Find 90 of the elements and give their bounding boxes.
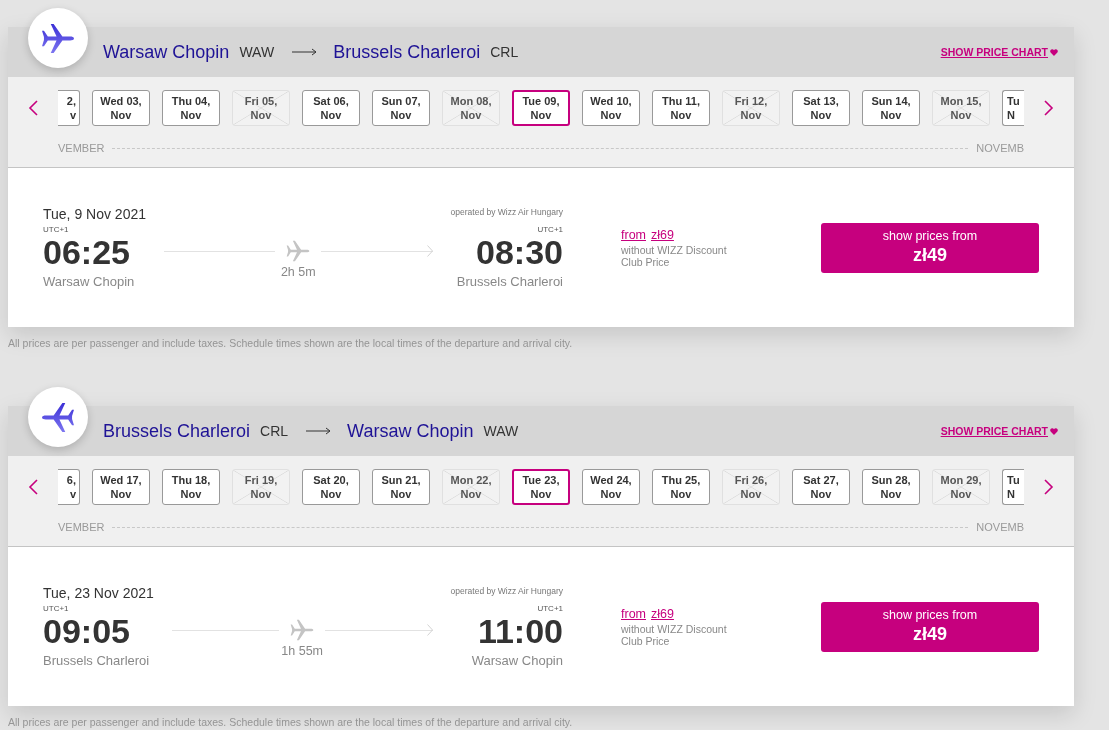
date-button[interactable]: Mon 29, Nov: [932, 469, 990, 505]
departure-time: 06:25: [43, 234, 131, 270]
show-prices-button[interactable]: show prices from zł49: [821, 222, 1039, 273]
date-button[interactable]: Sat 06, Nov: [302, 90, 360, 126]
origin-city: Brussels Charleroi: [103, 420, 251, 442]
price-chart-link[interactable]: SHOW PRICE CHART: [940, 425, 1058, 437]
date-button[interactable]: Tu N: [1002, 90, 1024, 126]
date-button[interactable]: Mon 08, Nov: [442, 90, 500, 126]
date-button[interactable]: Fri 26, Nov: [722, 469, 780, 505]
flight-date: Tue, 23 Nov 2021: [43, 585, 154, 601]
airplane-icon: [286, 240, 311, 262]
flight-duration: 1h 55m: [281, 644, 323, 658]
chevron-left-icon: [28, 479, 38, 495]
date-button[interactable]: Fri 05, Nov: [232, 90, 290, 126]
date-button[interactable]: Tu N: [1002, 469, 1024, 505]
date-button[interactable]: Fri 12, Nov: [722, 90, 780, 126]
date-button[interactable]: Sat 20, Nov: [302, 469, 360, 505]
arrow-right-icon: [292, 48, 318, 56]
arrow-head-icon: [426, 624, 433, 636]
date-button[interactable]: Tue 23, Nov: [512, 469, 570, 505]
date-button[interactable]: Thu 11, Nov: [652, 90, 710, 126]
date-button[interactable]: Thu 25, Nov: [652, 469, 710, 505]
date-button[interactable]: Wed 03, Nov: [92, 90, 150, 126]
previous-dates-button[interactable]: [28, 479, 38, 495]
date-button[interactable]: 2, v: [58, 90, 80, 126]
date-button[interactable]: Wed 24, Nov: [582, 469, 640, 505]
month-label: VEMBER: [58, 142, 105, 154]
destination-code: CRL: [490, 44, 519, 60]
timezone-label: UTC+1: [537, 224, 563, 234]
disclaimer-text: All prices are per passenger and include taxes. Schedule times shown are the local times of the departure and arrival city.: [8, 716, 574, 729]
departure-time: 09:05: [43, 613, 131, 649]
month-label: VEMBER: [58, 521, 105, 533]
departure-airport: Brussels Charleroi: [43, 653, 151, 668]
from-link[interactable]: from: [621, 227, 646, 242]
chevron-right-icon: [1044, 479, 1054, 495]
date-button[interactable]: Thu 04, Nov: [162, 90, 220, 126]
regular-price-link[interactable]: zł69: [651, 227, 674, 242]
flight-date: Tue, 9 Nov 2021: [43, 206, 146, 222]
arrival-airport: Warsaw Chopin: [471, 652, 563, 668]
next-dates-button[interactable]: [1044, 479, 1054, 495]
timezone-label: UTC+1: [537, 603, 563, 613]
origin-code: WAW: [239, 44, 275, 60]
date-button[interactable]: 6, v: [58, 469, 80, 505]
month-label: NOVEMB: [976, 142, 1024, 154]
date-button[interactable]: Sat 27, Nov: [792, 469, 850, 505]
date-button[interactable]: Thu 18, Nov: [162, 469, 220, 505]
chevron-left-icon: [28, 100, 38, 116]
origin-city: Warsaw Chopin: [103, 41, 230, 63]
date-button[interactable]: Sun 28, Nov: [862, 469, 920, 505]
arrival-time: 11:00: [477, 612, 563, 649]
departure-airport: Warsaw Chopin: [43, 274, 136, 289]
airplane-icon: [28, 8, 88, 68]
airplane-icon: [28, 387, 88, 447]
arrow-right-icon: [306, 427, 332, 435]
next-dates-button[interactable]: [1044, 100, 1054, 116]
origin-code: CRL: [260, 423, 289, 439]
date-button[interactable]: Wed 17, Nov: [92, 469, 150, 505]
timezone-label: UTC+1: [43, 604, 70, 613]
date-button[interactable]: Mon 15, Nov: [932, 90, 990, 126]
flight-duration: 2h 5m: [280, 265, 316, 279]
previous-dates-button[interactable]: [28, 100, 38, 116]
operator-label: operated by Wizz Air Hungary: [450, 206, 563, 217]
price-note: without WIZZ Discount Club Price: [621, 622, 728, 647]
regular-price-link[interactable]: zł69: [651, 606, 674, 621]
date-button[interactable]: Tue 09, Nov: [512, 90, 570, 126]
date-button[interactable]: Sun 21, Nov: [372, 469, 430, 505]
heart-icon: [1050, 427, 1058, 435]
destination-city: Warsaw Chopin: [347, 420, 474, 442]
from-link[interactable]: from: [621, 606, 646, 621]
disclaimer-text: All prices are per passenger and include taxes. Schedule times shown are the local times of the departure and arrival city.: [8, 337, 574, 350]
timezone-label: UTC+1: [43, 225, 70, 234]
date-button[interactable]: Sun 07, Nov: [372, 90, 430, 126]
arrival-time: 08:30: [476, 233, 563, 270]
month-label: NOVEMB: [976, 521, 1024, 533]
date-button[interactable]: Sun 14, Nov: [862, 90, 920, 126]
chevron-right-icon: [1044, 100, 1054, 116]
airplane-icon: [290, 619, 315, 641]
operator-label: operated by Wizz Air Hungary: [450, 585, 563, 596]
price-note: without WIZZ Discount Club Price: [621, 243, 728, 268]
date-button[interactable]: Mon 22, Nov: [442, 469, 500, 505]
heart-icon: [1050, 48, 1058, 56]
price-chart-link[interactable]: SHOW PRICE CHART: [940, 46, 1058, 58]
show-prices-button[interactable]: show prices from zł49: [821, 601, 1039, 652]
destination-code: WAW: [483, 423, 519, 439]
arrival-airport: Brussels Charleroi: [456, 273, 563, 289]
date-button[interactable]: Sat 13, Nov: [792, 90, 850, 126]
arrow-head-icon: [426, 245, 433, 257]
destination-city: Brussels Charleroi: [333, 41, 481, 63]
date-button[interactable]: Fri 19, Nov: [232, 469, 290, 505]
date-button[interactable]: Wed 10, Nov: [582, 90, 640, 126]
